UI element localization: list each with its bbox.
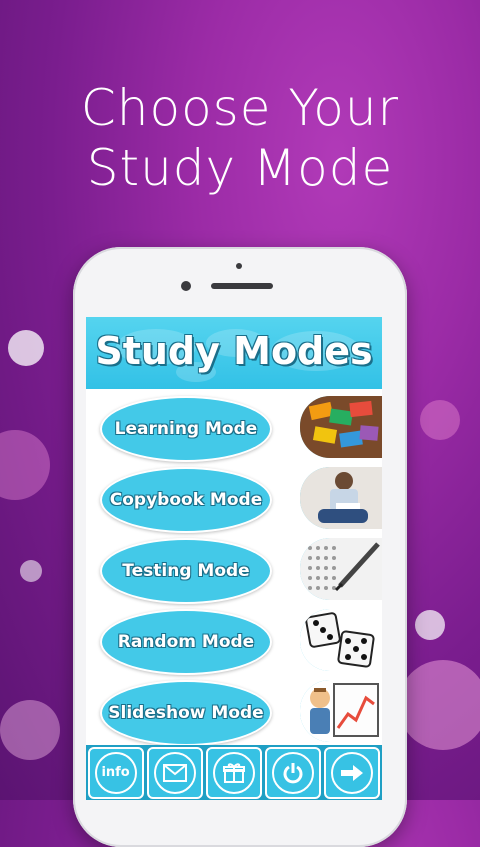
mail-icon <box>153 751 196 794</box>
gift-icon <box>212 751 255 794</box>
testing-mode-button[interactable]: Testing Mode <box>100 538 272 604</box>
mode-row-learning: Learning Mode <box>86 392 382 462</box>
learning-mode-label: Learning Mode <box>114 419 258 439</box>
mode-row-copybook: Copybook Mode <box>86 463 382 533</box>
page-title: Study Modes <box>95 329 373 373</box>
answer-sheet-image <box>300 538 382 600</box>
info-button[interactable]: info <box>87 746 144 799</box>
random-mode-label: Random Mode <box>117 632 255 652</box>
copybook-mode-label: Copybook Mode <box>109 490 263 510</box>
next-button[interactable] <box>324 746 381 799</box>
power-button[interactable] <box>265 746 322 799</box>
arrow-right-icon <box>331 751 374 794</box>
title-banner: Study Modes <box>86 317 382 392</box>
phone-camera <box>181 281 191 291</box>
learning-mode-button[interactable]: Learning Mode <box>100 396 272 462</box>
promo-headline: Choose Your Study Mode <box>0 78 480 198</box>
power-icon <box>272 751 315 794</box>
flashcards-image <box>300 396 382 458</box>
bokeh-light <box>20 560 42 582</box>
bottom-toolbar: info <box>86 745 382 800</box>
dice-image <box>300 609 382 671</box>
info-icon: info <box>94 751 137 794</box>
slideshow-mode-label: Slideshow Mode <box>108 703 264 723</box>
bokeh-light <box>8 330 44 366</box>
gift-button[interactable] <box>205 746 262 799</box>
student-writing-image <box>300 467 382 529</box>
phone-sensor <box>236 263 242 269</box>
slideshow-mode-button[interactable]: Slideshow Mode <box>100 680 272 746</box>
bokeh-light <box>415 610 445 640</box>
mode-row-slideshow: Slideshow Mode <box>86 676 382 746</box>
copybook-mode-button[interactable]: Copybook Mode <box>100 467 272 533</box>
bokeh-light <box>420 400 460 440</box>
phone-speaker <box>211 283 273 289</box>
bokeh-light <box>398 660 480 750</box>
mode-row-testing: Testing Mode <box>86 534 382 604</box>
app-screen: Study Modes Learning Mode Copybook Mode <box>86 317 382 800</box>
bokeh-light <box>0 700 60 760</box>
mode-row-random: Random Mode <box>86 605 382 675</box>
mail-button[interactable] <box>146 746 203 799</box>
random-mode-button[interactable]: Random Mode <box>100 609 272 675</box>
info-label: info <box>101 765 130 780</box>
bokeh-light <box>0 430 50 500</box>
headline-line-2: Study Mode <box>86 139 394 197</box>
headline-line-1: Choose Your <box>80 79 400 137</box>
presenter-chart-image <box>300 680 382 742</box>
testing-mode-label: Testing Mode <box>122 561 250 581</box>
